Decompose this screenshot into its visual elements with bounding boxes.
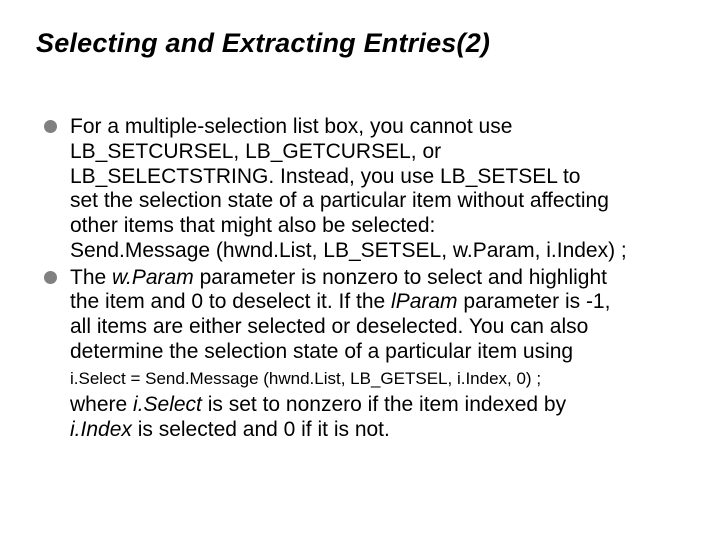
b1-line5: other items that might also be selected: bbox=[70, 214, 435, 237]
c1a: where bbox=[70, 393, 133, 416]
b1-line6: Send.Message (hwnd.List, LB_SETSEL, w.Pa… bbox=[70, 239, 627, 262]
bullet-list: For a multiple-selection list box, you c… bbox=[36, 115, 684, 365]
b2-l2a: the item and 0 to deselect it. If the bbox=[70, 290, 391, 313]
b2-p1c: parameter is nonzero to select and highl… bbox=[194, 266, 607, 289]
b2-l2c: parameter is -1, bbox=[458, 290, 611, 313]
b1-line2: LB_SETCURSEL, LB_GETCURSEL, or bbox=[70, 140, 441, 163]
c1c: is set to nonzero if the item indexed by bbox=[202, 393, 566, 416]
b2-l4: determine the selection state of a parti… bbox=[70, 340, 573, 363]
c1b-iselect: i.Select bbox=[133, 393, 202, 416]
slide-title: Selecting and Extracting Entries(2) bbox=[36, 28, 684, 59]
b1-line3: LB_SELECTSTRING. Instead, you use LB_SET… bbox=[70, 165, 580, 188]
b2-wparam: w.Param bbox=[112, 266, 194, 289]
continuation: where i.Select is set to nonzero if the … bbox=[36, 393, 684, 443]
c2b: is selected and 0 if it is not. bbox=[132, 418, 390, 441]
bullet-item-1: For a multiple-selection list box, you c… bbox=[44, 115, 680, 264]
b1-line1: For a multiple-selection list box, you c… bbox=[70, 115, 512, 138]
slide: Selecting and Extracting Entries(2) For … bbox=[0, 0, 720, 540]
code-line: i.Select = Send.Message (hwnd.List, LB_G… bbox=[36, 368, 684, 389]
b2-p1a: The bbox=[70, 266, 112, 289]
b2-l3: all items are either selected or deselec… bbox=[70, 315, 588, 338]
b1-line4: set the selection state of a particular … bbox=[70, 189, 609, 212]
c2a-iindex: i.Index bbox=[70, 418, 132, 441]
b2-lparam: lParam bbox=[391, 290, 458, 313]
bullet-item-2: The w.Param parameter is nonzero to sele… bbox=[44, 266, 680, 365]
